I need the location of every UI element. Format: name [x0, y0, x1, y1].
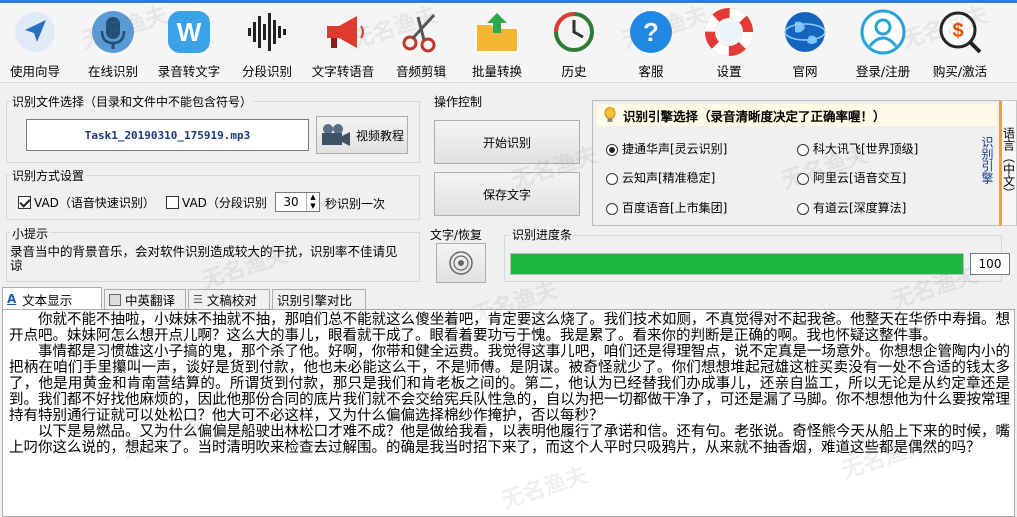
text-paragraph: 以下是易燃品。又为什么偏偏是船驶出林松口才难不成？他是做给我看，以表明他履行了承…: [9, 424, 1010, 456]
vad-fast-checkbox[interactable]: [18, 196, 31, 209]
spin-up-icon[interactable]: ▲: [307, 193, 319, 202]
content-tabs: A 文本显示 中英翻译 ☰ 文稿校对 识别引擎对比: [0, 287, 1017, 310]
video-camera-icon: [320, 123, 352, 147]
radio-button[interactable]: [606, 143, 618, 156]
engine-option-label: 百度语音[上市集团]: [622, 201, 728, 215]
lightbulb-icon: [603, 107, 617, 123]
tip-title: 小提示: [10, 225, 51, 242]
tab-text-display[interactable]: A 文本显示: [2, 287, 102, 310]
vad-segment-option[interactable]: VAD（分段识别: [166, 194, 267, 211]
engine-option-jietong[interactable]: 捷通华声[灵云识别]: [606, 140, 727, 157]
toolbar-purchase-button[interactable]: $ 购买/激活: [926, 7, 994, 80]
arrow-cursor-icon: [10, 7, 60, 57]
microphone-icon: [88, 7, 138, 57]
toolbar-audio-edit-button[interactable]: 音频剪辑: [388, 7, 454, 80]
radio-button[interactable]: [606, 202, 618, 215]
tab-proofread[interactable]: ☰ 文稿校对: [188, 289, 270, 309]
vad-segment-checkbox[interactable]: [166, 196, 179, 209]
tab-label: 识别引擎对比: [277, 293, 353, 308]
svg-text:?: ?: [643, 17, 659, 47]
interval-value: 30: [283, 195, 299, 209]
file-path-field[interactable]: Task1_20190310_175919.mp3: [26, 119, 309, 151]
toolbar-segment-recognition-button[interactable]: 分段识别: [234, 7, 300, 80]
tab-engine-compare[interactable]: 识别引擎对比: [272, 289, 366, 309]
toolbar-login-button[interactable]: 登录/注册: [848, 7, 918, 80]
engine-option-baidu[interactable]: 百度语音[上市集团]: [606, 199, 727, 216]
vad-fast-option[interactable]: VAD（语音快速识别）: [18, 194, 155, 211]
engine-option-iflytek[interactable]: 科大讯飞[世界顶级]: [797, 140, 918, 157]
restore-button[interactable]: [436, 243, 486, 283]
radio-button[interactable]: [797, 202, 809, 215]
toolbar-service-button[interactable]: ? 客服: [624, 7, 678, 80]
tip-text: 录音当中的背景音乐，会对软件识别造成较大的干扰，识别率不佳请见谅: [10, 244, 398, 273]
globe-icon: [780, 7, 830, 57]
engine-option-yunzhisheng[interactable]: 云知声[精准稳定]: [606, 169, 715, 186]
list-check-icon: ☰: [193, 293, 203, 306]
engine-option-label: 科大讯飞[世界顶级]: [813, 142, 919, 156]
engine-option-youdao[interactable]: 有道云[深度算法]: [797, 199, 906, 216]
vad-fast-label: VAD（语音快速识别）: [34, 196, 155, 210]
svg-text:W: W: [177, 17, 202, 47]
radio-button[interactable]: [797, 143, 809, 156]
user-icon: [858, 7, 908, 57]
w-badge-icon: W: [164, 7, 214, 57]
language-tab[interactable]: 语言（中文）: [999, 100, 1017, 226]
toolbar-guide-button[interactable]: 使用向导: [2, 7, 68, 80]
radio-button[interactable]: [797, 172, 809, 185]
history-clock-icon: [549, 7, 599, 57]
main-toolbar: 使用向导 在线识别 W 录音转文字 分段识别 文字转语音 音频剪辑 批量转换 历…: [0, 3, 1017, 83]
engine-option-label: 有道云[深度算法]: [813, 201, 907, 215]
toolbar-website-button[interactable]: 官网: [778, 7, 832, 80]
text-paragraph: 你就不能不抽啦，小妹妹不抽就不抽，那咱们总不能就这么傻坐着吧，肯定要这么烧了。我…: [9, 312, 1010, 344]
engine-side-label: 识别引擎: [980, 136, 994, 184]
waveform-icon: [242, 7, 292, 57]
tab-label: 文本显示: [22, 292, 73, 308]
toolbar-history-button[interactable]: 历史: [546, 7, 602, 80]
toolbar-record-to-text-button[interactable]: W 录音转文字: [152, 7, 226, 80]
operations-title: 操作控制: [432, 93, 485, 110]
mode-title: 识别方式设置: [10, 167, 87, 184]
spin-down-icon[interactable]: ▼: [307, 202, 319, 211]
language-tab-label: 语言（中文）: [1001, 127, 1016, 199]
file-select-title: 识别文件选择（目录和文件中不能包含符号）: [10, 93, 255, 110]
tab-label: 文稿校对: [206, 293, 257, 308]
dollar-coin-icon: $: [935, 7, 985, 57]
text-paragraph: 事情都是习惯雄这小子搞的鬼，那个杀了他。好啊，你带和健全运费。我觉得这事儿吧，咱…: [9, 344, 1010, 424]
engine-option-aliyun[interactable]: 阿里云[语音交互]: [797, 169, 906, 186]
engine-option-label: 云知声[精准稳定]: [622, 171, 716, 185]
disc-icon: [448, 250, 474, 276]
question-icon: ?: [626, 7, 676, 57]
lifebuoy-icon: [704, 7, 754, 57]
progress-title: 识别进度条: [510, 226, 575, 243]
radio-button[interactable]: [606, 172, 618, 185]
toolbar-settings-button[interactable]: 设置: [702, 7, 756, 80]
progress-value: 100: [970, 253, 1010, 275]
start-recognition-button[interactable]: 开始识别: [434, 120, 580, 164]
video-tutorial-label: 视频教程: [355, 128, 404, 143]
recognized-text-area[interactable]: 你就不能不抽啦，小妹妹不抽就不抽，那咱们总不能就这么傻坐着吧，肯定要这么烧了。我…: [2, 309, 1015, 517]
vad-segment-label: VAD（分段识别: [182, 196, 267, 210]
folder-arrow-icon: [472, 7, 522, 57]
toolbar-batch-convert-button[interactable]: 批量转换: [466, 7, 528, 80]
restore-title: 文字/恢复: [428, 226, 485, 243]
video-tutorial-button[interactable]: 视频教程: [316, 116, 408, 154]
megaphone-icon: [318, 7, 368, 57]
toolbar-text-to-speech-button[interactable]: 文字转语音: [306, 7, 380, 80]
toolbar-online-recognition-button[interactable]: 在线识别: [80, 7, 146, 80]
tab-label: 中英翻译: [125, 293, 176, 308]
svg-text:$: $: [952, 20, 963, 42]
progress-fill: [511, 254, 963, 274]
engine-option-label: 捷通华声[灵云识别]: [622, 142, 728, 156]
engine-select-title: 识别引擎选择（录音清晰度决定了正确率喔！）: [623, 108, 886, 124]
tab-translate[interactable]: 中英翻译: [104, 289, 186, 309]
progress-bar: [510, 253, 964, 275]
save-text-button[interactable]: 保存文字: [434, 172, 580, 216]
interval-suffix: 秒识别一次: [325, 197, 386, 211]
translate-icon: [109, 293, 121, 306]
engine-select-header: 识别引擎选择（录音清晰度决定了正确率喔！）: [597, 104, 996, 126]
scissors-icon: [396, 7, 446, 57]
interval-spinner[interactable]: 30 ▲ ▼: [275, 192, 320, 212]
text-a-icon: A: [7, 292, 17, 306]
engine-option-label: 阿里云[语音交互]: [813, 171, 907, 185]
